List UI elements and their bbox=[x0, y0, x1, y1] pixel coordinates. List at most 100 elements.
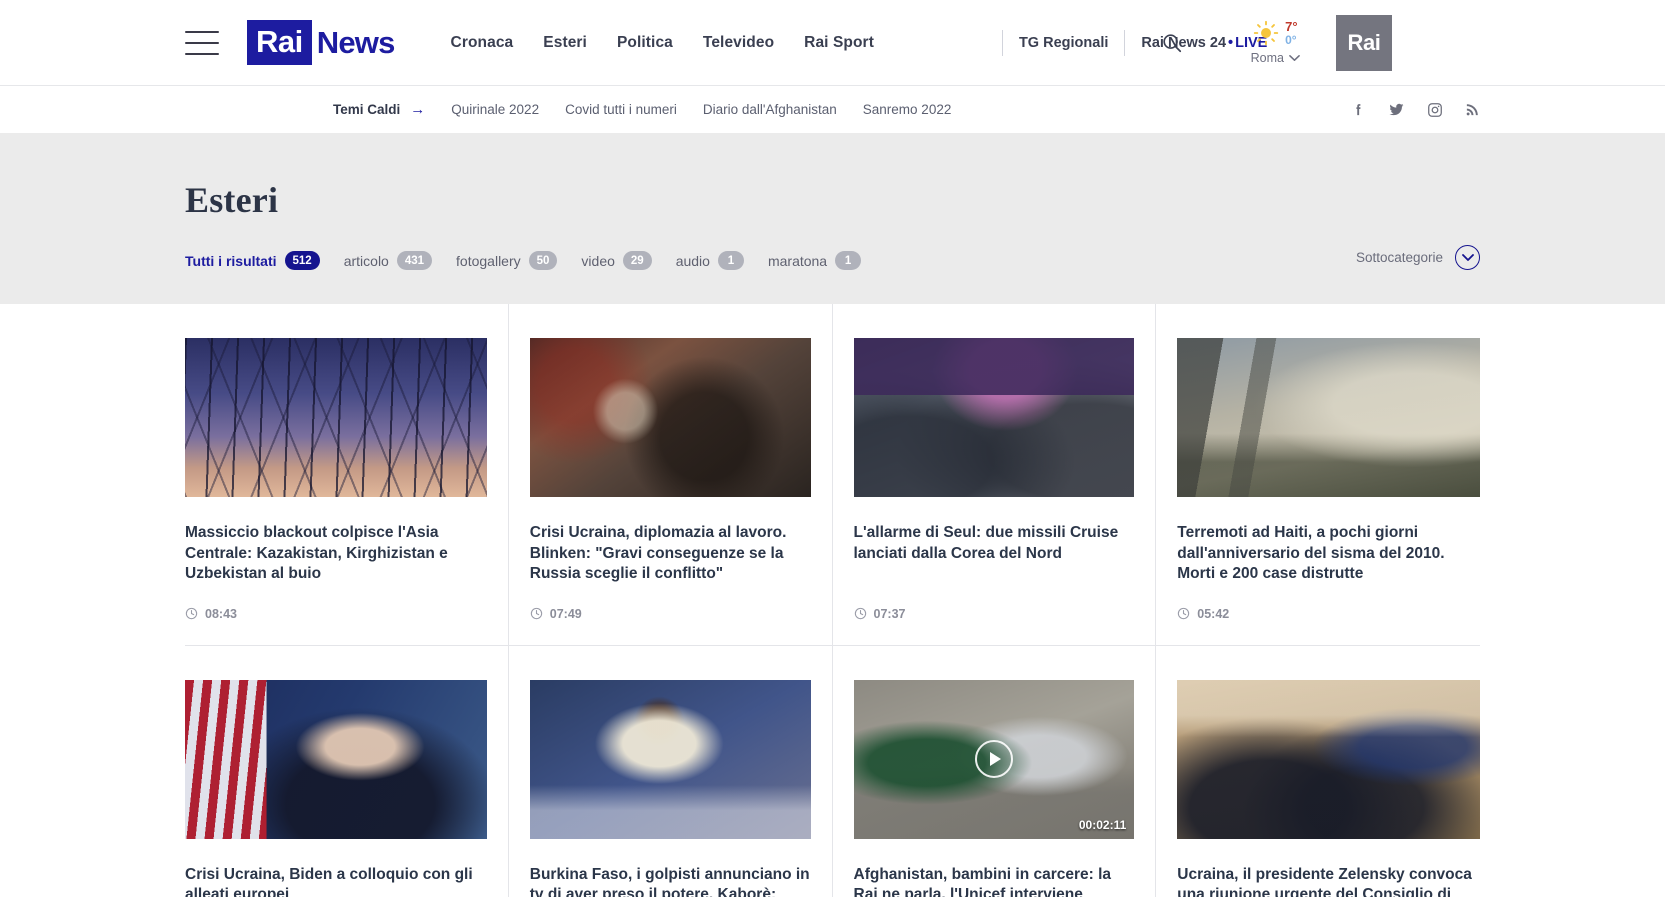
header-main-row: Rai News Cronaca Esteri Politica Televid… bbox=[0, 0, 1665, 85]
divider bbox=[1124, 29, 1126, 56]
article-thumbnail[interactable] bbox=[1177, 679, 1480, 839]
nav-item-cronaca[interactable]: Cronaca bbox=[451, 34, 514, 52]
filter-video[interactable]: video 29 bbox=[581, 251, 652, 270]
nav-item-rai-sport[interactable]: Rai Sport bbox=[804, 34, 874, 52]
news-logo-word: News bbox=[316, 25, 396, 60]
article-title: Terremoti ad Haiti, a pochi giorni dall'… bbox=[1177, 524, 1445, 583]
filter-maratona[interactable]: maratona 1 bbox=[767, 251, 862, 270]
article-meta: 08:43 bbox=[185, 585, 487, 621]
weather-city-selector[interactable]: Roma bbox=[1251, 51, 1300, 65]
clock-icon bbox=[530, 607, 543, 620]
weather-city-label: Roma bbox=[1250, 51, 1284, 66]
weather-widget[interactable]: 7° 0° Roma bbox=[1251, 20, 1300, 65]
result-type-filters: Tutti i risultati 512 articolo 431 fotog… bbox=[185, 251, 1480, 270]
temp-max: 7° bbox=[1285, 18, 1298, 34]
filter-count-badge: 431 bbox=[396, 251, 433, 270]
haiti-earthquake-damage-photo bbox=[1177, 338, 1480, 497]
article-card[interactable]: Crisi Ucraina, diplomazia al lavoro. Bli… bbox=[508, 304, 833, 646]
hot-topic-sanremo[interactable]: Sanremo 2022 bbox=[863, 102, 952, 117]
hot-topics-text: Temi Caldi bbox=[333, 102, 401, 117]
subcategories-toggle[interactable]: Sottocategorie bbox=[1356, 245, 1480, 270]
article-title: Crisi Ucraina, diplomazia al lavoro. Bli… bbox=[529, 524, 787, 583]
filter-tutti-i-risultati[interactable]: Tutti i risultati 512 bbox=[185, 251, 320, 270]
article-time: 08:43 bbox=[205, 606, 237, 621]
tg-regionali-link[interactable]: TG Regionali bbox=[1019, 35, 1108, 51]
article-card[interactable]: Burkina Faso, i golpisti annunciano in t… bbox=[509, 645, 833, 897]
clock-icon bbox=[854, 607, 867, 620]
nav-item-esteri[interactable]: Esteri bbox=[543, 34, 587, 52]
filter-count-badge: 1 bbox=[717, 251, 744, 270]
rai-news-logo[interactable]: Rai News bbox=[247, 20, 395, 65]
hamburger-line bbox=[185, 52, 219, 55]
seoul-tv-broadcast-photo bbox=[853, 338, 1135, 497]
filter-audio[interactable]: audio 1 bbox=[676, 251, 744, 270]
article-meta: 07:37 bbox=[854, 585, 1135, 621]
hot-topic-afghanistan[interactable]: Diario dall'Afghanistan bbox=[703, 102, 837, 117]
hamburger-menu-icon[interactable] bbox=[185, 30, 219, 55]
facebook-icon[interactable] bbox=[1351, 102, 1366, 117]
article-thumbnail[interactable]: 00:02:11 bbox=[853, 679, 1135, 839]
article-thumbnail[interactable] bbox=[185, 338, 487, 497]
article-title: Crisi Ucraina, Biden a colloquio con gli… bbox=[185, 865, 473, 897]
filter-label: audio bbox=[675, 252, 710, 269]
arrow-right-icon: → bbox=[410, 101, 426, 118]
article-card[interactable]: 00:02:11 Afghanistan, bambini in carcere… bbox=[833, 645, 1157, 897]
chevron-down-icon bbox=[1289, 55, 1300, 62]
article-thumbnail[interactable] bbox=[529, 679, 811, 839]
article-card[interactable]: Terremoti ad Haiti, a pochi giorni dall'… bbox=[1156, 304, 1480, 646]
header-right-cluster: 7° 0° Roma Rai bbox=[1151, 0, 1665, 85]
article-thumbnail[interactable] bbox=[529, 338, 811, 497]
hot-topic-covid[interactable]: Covid tutti i numeri bbox=[565, 102, 677, 117]
filter-count-badge: 29 bbox=[622, 251, 652, 270]
article-card[interactable]: Ucraina, il presidente Zelensky convoca … bbox=[1156, 646, 1480, 897]
hamburger-line bbox=[185, 41, 219, 44]
instagram-icon[interactable] bbox=[1427, 102, 1443, 118]
zelensky-meeting-hall-photo bbox=[1177, 679, 1480, 839]
filter-count-badge: 50 bbox=[528, 251, 558, 270]
subcategories-label: Sottocategorie bbox=[1355, 250, 1443, 265]
page-title: Esteri bbox=[185, 180, 279, 220]
video-duration: 00:02:11 bbox=[1078, 817, 1127, 832]
nav-item-televideo[interactable]: Televideo bbox=[703, 34, 774, 52]
filter-label: maratona bbox=[767, 252, 828, 269]
primary-navigation: Cronaca Esteri Politica Televideo Rai Sp… bbox=[451, 34, 874, 52]
filter-label: fotogallery bbox=[456, 252, 521, 269]
hot-topics-bar: Temi Caldi → Quirinale 2022 Covid tutti … bbox=[0, 85, 1665, 133]
chevron-down-circle-icon[interactable] bbox=[1455, 245, 1480, 270]
article-title: Afghanistan, bambini in carcere: la Rai … bbox=[853, 865, 1112, 897]
filter-count-badge: 512 bbox=[284, 251, 320, 270]
rai-portal-logo[interactable]: Rai bbox=[1336, 14, 1392, 71]
article-time: 05:42 bbox=[1197, 606, 1230, 621]
search-icon[interactable] bbox=[1151, 22, 1193, 64]
nav-item-politica[interactable]: Politica bbox=[617, 34, 673, 52]
article-meta: 05:42 bbox=[1177, 585, 1480, 621]
rai-logo-mark: Rai bbox=[247, 20, 312, 65]
article-card[interactable]: Massiccio blackout colpisce l'Asia Centr… bbox=[185, 304, 509, 646]
clock-icon bbox=[1177, 607, 1190, 620]
filter-fotogallery[interactable]: fotogallery 50 bbox=[456, 251, 558, 270]
hamburger-line bbox=[185, 30, 219, 33]
article-title: Burkina Faso, i golpisti annunciano in t… bbox=[529, 865, 810, 897]
article-time: 07:49 bbox=[549, 606, 582, 621]
article-thumbnail[interactable] bbox=[1177, 338, 1480, 497]
play-icon[interactable] bbox=[974, 740, 1013, 779]
filter-label: video bbox=[581, 252, 615, 269]
article-card[interactable]: Crisi Ucraina, Biden a colloquio con gli… bbox=[185, 645, 509, 897]
article-thumbnail[interactable] bbox=[185, 679, 487, 839]
article-title: Massiccio blackout colpisce l'Asia Centr… bbox=[185, 524, 448, 583]
filter-articolo[interactable]: articolo 431 bbox=[344, 251, 433, 270]
power-pylons-at-dusk-photo bbox=[185, 338, 487, 497]
sun-icon bbox=[1253, 20, 1279, 46]
temperature-values: 7° 0° bbox=[1285, 20, 1297, 46]
play-triangle bbox=[989, 752, 1001, 767]
article-thumbnail[interactable] bbox=[853, 338, 1135, 497]
article-title: L'allarme di Seul: due missili Cruise la… bbox=[853, 524, 1119, 562]
twitter-icon[interactable] bbox=[1388, 102, 1405, 117]
hot-topics-links: Temi Caldi → Quirinale 2022 Covid tutti … bbox=[333, 101, 951, 118]
rss-icon[interactable] bbox=[1465, 102, 1480, 117]
temp-min: 0° bbox=[1285, 32, 1297, 47]
article-card[interactable]: L'allarme di Seul: due missili Cruise la… bbox=[832, 304, 1157, 646]
hot-topic-quirinale[interactable]: Quirinale 2022 bbox=[451, 102, 539, 117]
burkina-faso-press-conference-photo bbox=[529, 679, 811, 839]
article-title: Ucraina, il presidente Zelensky convoca … bbox=[1177, 865, 1472, 897]
